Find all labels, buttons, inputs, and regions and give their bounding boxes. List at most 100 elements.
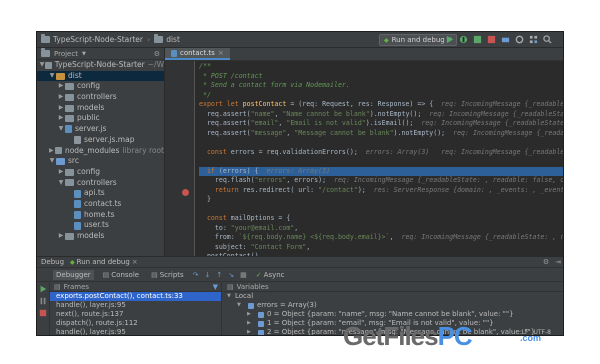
tree-item[interactable]: server.js.map <box>37 135 164 146</box>
collapsed-arrow-icon[interactable]: ▶ <box>57 167 65 178</box>
gear-icon[interactable]: ⚙ <box>154 50 160 58</box>
tree-item[interactable]: ▼ TypeScript-Node-Starter ~/W <box>37 60 164 71</box>
project-panel-label[interactable]: Project <box>54 50 78 58</box>
breadcrumb-folder[interactable]: dist <box>154 34 180 44</box>
folder-icon <box>56 158 65 166</box>
search-icon[interactable] <box>543 35 552 44</box>
filter-icon[interactable]: ▼ <box>213 283 221 291</box>
collapsed-arrow-icon[interactable]: ▶ <box>57 231 65 242</box>
tree-item[interactable]: ▶ config <box>37 167 164 178</box>
code-line[interactable]: req.assert("message", "Message cannot be… <box>199 128 563 139</box>
code-line[interactable]: req.flash("errors", errors); req: Incomi… <box>199 176 563 186</box>
expand-arrow-icon[interactable]: ▶ <box>247 310 255 319</box>
code-line[interactable]: /** <box>199 62 563 72</box>
tree-item[interactable]: user.ts <box>37 220 164 231</box>
variable-row[interactable]: ▼ errors = Array(3) <box>223 301 563 310</box>
hide-panel-icon[interactable]: ⇥ <box>555 258 561 266</box>
step-into-icon[interactable]: ↓ <box>205 271 211 279</box>
code-line[interactable] <box>199 205 563 215</box>
expand-arrow-icon[interactable]: ▼ <box>227 292 235 301</box>
expanded-arrow-icon[interactable]: ▼ <box>48 156 56 167</box>
expanded-arrow-icon[interactable]: ▼ <box>48 71 56 82</box>
breadcrumb-project[interactable]: TypeScript-Node-Starter <box>41 34 143 44</box>
tree-item[interactable]: ▼ dist <box>37 70 164 82</box>
collapsed-arrow-icon[interactable]: ▶ <box>48 146 55 157</box>
run-to-cursor-icon[interactable]: ↘ <box>228 271 234 279</box>
debug-config-tab[interactable]: ◆ Run and debug × <box>70 258 138 266</box>
expanded-arrow-icon[interactable]: ▼ <box>57 124 65 135</box>
stack-frame[interactable]: exports.postContact(), contact.ts:33 <box>50 292 221 301</box>
settings-icon[interactable] <box>515 35 524 44</box>
stack-frame[interactable]: handle(), layer.js:95 <box>50 328 221 335</box>
tab-debugger[interactable]: Debugger <box>53 269 94 280</box>
stack-frame[interactable]: dispatch(), route.js:112 <box>50 319 221 328</box>
code-line[interactable]: const errors = req.validationErrors(); e… <box>199 148 563 158</box>
chevron-down-icon[interactable]: ▼ <box>82 51 86 57</box>
expand-arrow-icon[interactable]: ▶ <box>247 328 255 335</box>
code-line[interactable]: } <box>199 195 563 205</box>
resume-icon[interactable] <box>39 285 47 293</box>
code-line[interactable]: from: `${req.body.name} <${req.body.emai… <box>199 233 563 243</box>
tab-async[interactable]: ✓ Async <box>253 270 288 280</box>
variable-row[interactable]: ▼ Local <box>223 292 563 301</box>
tab-contact-ts[interactable]: contact.ts × <box>165 48 230 60</box>
stop-icon[interactable] <box>39 309 47 317</box>
tree-item[interactable]: ▶ models <box>37 103 164 114</box>
collapsed-arrow-icon[interactable]: ▶ <box>57 113 65 124</box>
stack-frame[interactable]: handle(), layer.js:95 <box>50 301 221 310</box>
collapsed-arrow-icon[interactable]: ▶ <box>57 81 65 92</box>
project-structure-icon[interactable] <box>529 35 538 44</box>
code-line[interactable] <box>199 138 563 148</box>
expanded-arrow-icon[interactable]: ▼ <box>57 178 65 189</box>
coverage-icon[interactable] <box>473 35 482 44</box>
code-line[interactable]: * Send a contact form via Nodemailer. <box>199 81 563 91</box>
code-line[interactable]: to: "your@email.com", <box>199 224 563 234</box>
code-line[interactable]: subject: "Contact Form", <box>199 243 563 253</box>
expand-arrow-icon[interactable]: ▼ <box>237 301 245 310</box>
tree-item[interactable]: contact.ts <box>37 199 164 210</box>
evaluate-icon[interactable]: ▦ <box>240 271 247 279</box>
tab-scripts[interactable]: ▤ Scripts <box>148 270 187 280</box>
step-out-icon[interactable]: ↑ <box>216 271 222 279</box>
code-line[interactable]: req.assert("name", "Name cannot be blank… <box>199 110 563 120</box>
tree-item[interactable]: ▶ node_modules library root <box>37 146 164 157</box>
code-token: "message" <box>250 128 287 137</box>
editor-gutter[interactable] <box>165 61 195 256</box>
code-line[interactable] <box>199 157 563 167</box>
code-line[interactable]: * POST /contact <box>199 72 563 82</box>
pause-icon[interactable] <box>39 297 47 305</box>
variable-row[interactable]: ▶ 0 = Object {param: "name", msg: "Name c… <box>223 310 563 319</box>
stack-frame[interactable]: next(), route.js:137 <box>50 310 221 319</box>
tree-item[interactable]: ▼ src <box>37 156 164 167</box>
tree-item[interactable]: home.ts <box>37 210 164 221</box>
tree-item[interactable]: ▶ public <box>37 113 164 124</box>
tree-item[interactable]: ▶ models <box>37 231 164 242</box>
close-icon[interactable]: × <box>218 49 224 57</box>
collapsed-arrow-icon[interactable]: ▶ <box>57 92 65 103</box>
tab-console[interactable]: ▤ Console <box>100 270 142 280</box>
tree-item[interactable]: ▶ controllers <box>37 92 164 103</box>
expand-arrow-icon[interactable]: ▶ <box>247 319 255 328</box>
code-token: return <box>214 185 243 194</box>
code-area[interactable]: /** * POST /contact * Send a contact for… <box>199 62 563 256</box>
collapsed-arrow-icon[interactable]: ▶ <box>57 103 65 114</box>
close-icon[interactable]: × <box>132 258 138 266</box>
tree-item[interactable]: ▼ server.js <box>37 124 164 135</box>
code-line[interactable]: export let postContact = (req: Request, … <box>199 100 563 110</box>
code-line[interactable]: return res.redirect( url: "/contact"); r… <box>199 185 563 196</box>
code-line[interactable]: req.assert("email", "Email is not valid"… <box>199 119 563 129</box>
tree-item[interactable]: ▼ controllers <box>37 178 164 189</box>
build-icon[interactable] <box>501 35 510 44</box>
code-line[interactable]: const mailOptions = { <box>199 214 563 224</box>
code-line[interactable]: */ <box>199 91 563 101</box>
step-over-icon[interactable]: ↷ <box>193 271 199 279</box>
gear-icon[interactable]: ⚙ <box>543 258 549 266</box>
tree-item[interactable]: ▶ config <box>37 81 164 92</box>
code-line[interactable]: if (errors) { errors: Array(3) <box>199 166 563 176</box>
run-icon[interactable] <box>445 35 454 44</box>
navigation-bar: TypeScript-Node-Starter › dist ◆ Run and… <box>37 32 563 48</box>
breakpoint-icon[interactable] <box>182 189 189 196</box>
debug-icon[interactable] <box>459 35 468 44</box>
stop-icon[interactable] <box>487 35 496 44</box>
tree-item[interactable]: api.ts <box>37 188 164 199</box>
